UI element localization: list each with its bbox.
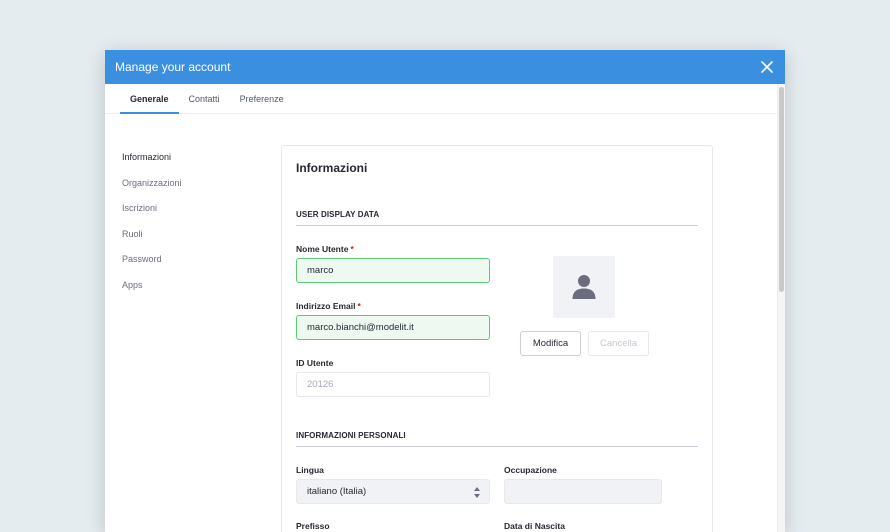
sidebar-item-password[interactable]: Password bbox=[122, 252, 182, 278]
tab-generale[interactable]: Generale bbox=[120, 84, 179, 114]
username-field[interactable]: marco bbox=[296, 258, 490, 283]
birthdate-label: Data di Nascita bbox=[504, 521, 565, 531]
account-modal: Manage your account Generale Contatti Pr… bbox=[105, 50, 785, 532]
sidebar-nav: Informazioni Organizzazioni Iscrizioni R… bbox=[122, 150, 182, 303]
section-personal-info: INFORMAZIONI PERSONALI bbox=[296, 431, 698, 447]
language-label: Lingua bbox=[296, 465, 324, 475]
prefix-label: Prefisso bbox=[296, 521, 330, 531]
required-mark: * bbox=[350, 244, 354, 254]
select-arrows-icon bbox=[474, 487, 480, 498]
user-id-field: 20126 bbox=[296, 372, 490, 397]
avatar bbox=[553, 256, 615, 318]
sidebar-item-iscrizioni[interactable]: Iscrizioni bbox=[122, 201, 182, 227]
email-label-text: Indirizzo Email bbox=[296, 301, 356, 311]
tab-contatti[interactable]: Contatti bbox=[179, 84, 230, 113]
scrollbar-thumb[interactable] bbox=[779, 87, 784, 292]
occupation-label: Occupazione bbox=[504, 465, 557, 475]
sidebar-item-organizzazioni[interactable]: Organizzazioni bbox=[122, 176, 182, 202]
email-label: Indirizzo Email * bbox=[296, 301, 361, 311]
info-panel: Informazioni USER DISPLAY DATA Nome Uten… bbox=[281, 145, 713, 532]
user-icon bbox=[572, 275, 596, 299]
modal-header: Manage your account bbox=[105, 50, 785, 84]
panel-title: Informazioni bbox=[296, 161, 368, 175]
sidebar-item-ruoli[interactable]: Ruoli bbox=[122, 227, 182, 253]
username-label-text: Nome Utente bbox=[296, 244, 349, 254]
scrollbar[interactable] bbox=[777, 84, 785, 532]
occupation-field[interactable] bbox=[504, 479, 662, 504]
section-user-display-data: USER DISPLAY DATA bbox=[296, 210, 698, 226]
required-mark: * bbox=[357, 301, 361, 311]
close-icon bbox=[761, 61, 773, 73]
language-select-value: italiano (Italia) bbox=[307, 486, 367, 497]
user-id-label: ID Utente bbox=[296, 358, 334, 368]
language-select[interactable]: italiano (Italia) bbox=[296, 479, 490, 504]
modal-title: Manage your account bbox=[115, 60, 231, 74]
sidebar-item-informazioni[interactable]: Informazioni bbox=[122, 150, 182, 176]
tab-bar: Generale Contatti Preferenze bbox=[105, 84, 785, 114]
sidebar-item-apps[interactable]: Apps bbox=[122, 278, 182, 304]
tab-preferenze[interactable]: Preferenze bbox=[230, 84, 294, 113]
close-button[interactable] bbox=[755, 55, 779, 79]
username-label: Nome Utente * bbox=[296, 244, 354, 254]
edit-avatar-button[interactable]: Modifica bbox=[520, 331, 581, 356]
cancel-avatar-button[interactable]: Cancella bbox=[588, 331, 649, 356]
email-field[interactable]: marco.bianchi@modelit.it bbox=[296, 315, 490, 340]
